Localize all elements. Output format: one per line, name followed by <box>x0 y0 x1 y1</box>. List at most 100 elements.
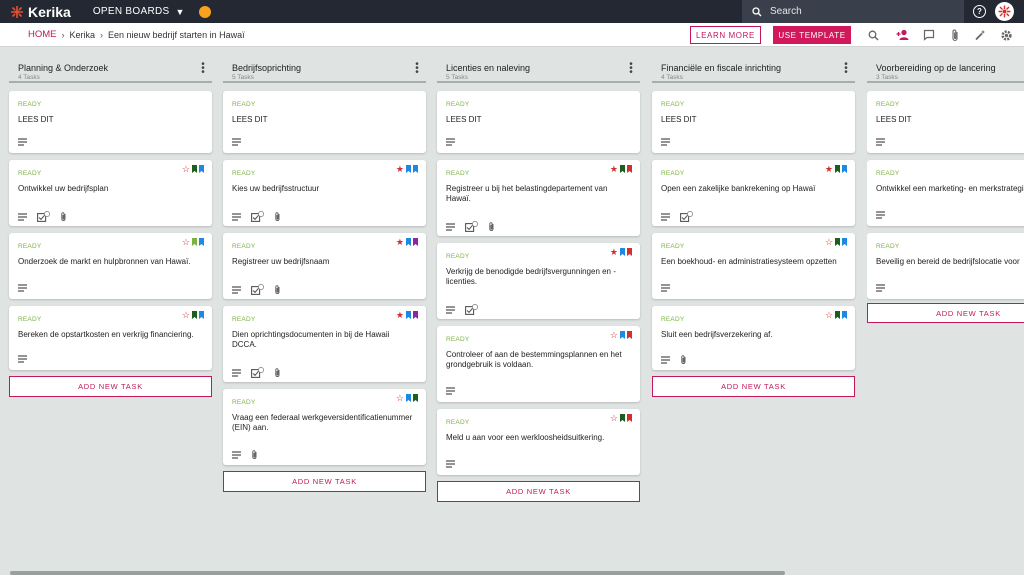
star-outline-icon[interactable]: ☆ <box>825 311 833 320</box>
column-header[interactable]: Financiële en fiscale inrichting 4 Tasks •… <box>652 55 855 83</box>
task-card[interactable]: READY LEES DIT <box>652 91 855 153</box>
board-search-icon[interactable] <box>866 28 880 42</box>
help-icon[interactable]: ? <box>973 5 986 18</box>
task-card[interactable]: READY LEES DIT <box>9 91 212 153</box>
card-status: READY <box>661 101 685 108</box>
chat-icon[interactable] <box>922 28 936 42</box>
more-vertical-icon[interactable]: • • • <box>628 60 634 78</box>
add-new-task-button[interactable]: ADD NEW TASK <box>867 303 1024 323</box>
star-icon[interactable]: ★ <box>396 165 404 174</box>
star-icon[interactable]: ★ <box>396 238 404 247</box>
tag-flag-icon <box>413 394 418 402</box>
star-outline-icon[interactable]: ☆ <box>182 311 190 320</box>
breadcrumb-home[interactable]: HOME <box>28 29 57 40</box>
use-template-button[interactable]: USE TEMPLATE <box>773 26 851 44</box>
tag-flag-icon <box>192 238 197 246</box>
task-card[interactable]: READY LEES DIT <box>223 91 426 153</box>
task-card[interactable]: READY Kies uw bedrijfsstructuur ★ <box>223 160 426 226</box>
column-header[interactable]: Voorbereiding op de lancering 3 Tasks <box>867 55 1024 83</box>
column: Financiële en fiscale inrichting 4 Tasks •… <box>652 55 855 397</box>
settings-gear-icon[interactable] <box>999 28 1013 42</box>
card-title: LEES DIT <box>876 115 912 124</box>
task-card[interactable]: READY Onderzoek de markt en hulpbronnen v… <box>9 233 212 299</box>
description-icon <box>232 138 241 146</box>
add-new-task-button[interactable]: ADD NEW TASK <box>652 376 855 397</box>
task-card[interactable]: READY Ontwikkel uw bedrijfsplan ☆ <box>9 160 212 226</box>
add-new-task-button[interactable]: ADD NEW TASK <box>223 471 426 492</box>
column-header[interactable]: Bedrijfsoprichting 5 Tasks • • • <box>223 55 426 83</box>
card-icons <box>232 450 258 460</box>
star-outline-icon[interactable]: ☆ <box>825 238 833 247</box>
open-boards-menu[interactable]: OPEN BOARDS ▼ <box>93 6 185 17</box>
add-new-task-button[interactable]: ADD NEW TASK <box>9 376 212 397</box>
star-icon[interactable]: ★ <box>610 248 618 257</box>
card-flags: ☆ <box>610 331 632 340</box>
card-title: Kies uw bedrijfsstructuur <box>232 184 320 193</box>
task-card[interactable]: READY Vraag een federaal werkgeversidenti… <box>223 389 426 465</box>
task-card[interactable]: READY Registreer u bij het belastingdepar… <box>437 160 640 236</box>
column-task-count: 4 Tasks <box>18 74 40 81</box>
task-card[interactable]: READY Registreer uw bedrijfsnaam ★ <box>223 233 426 299</box>
more-vertical-icon[interactable]: • • • <box>414 60 420 78</box>
more-vertical-icon[interactable]: • • • <box>843 60 849 78</box>
task-card[interactable]: READY Meld u aan voor een werkloosheidsui… <box>437 409 640 475</box>
star-outline-icon[interactable]: ☆ <box>610 331 618 340</box>
task-card[interactable]: READY Ontwikkel een marketing- en merkstr… <box>867 160 1024 226</box>
search-box[interactable]: Search <box>742 0 964 23</box>
column-task-count: 5 Tasks <box>446 74 468 81</box>
star-outline-icon[interactable]: ☆ <box>610 414 618 423</box>
star-icon[interactable]: ★ <box>396 311 404 320</box>
task-card[interactable]: READY Een boekhoud- en administratiesyste… <box>652 233 855 299</box>
star-outline-icon[interactable]: ☆ <box>182 165 190 174</box>
task-card[interactable]: READY Bereken de opstartkosten en verkrij… <box>9 306 212 370</box>
task-card[interactable]: READY Open een zakelijke bankrekening op … <box>652 160 855 226</box>
column-task-count: 3 Tasks <box>876 74 898 81</box>
sun-icon[interactable] <box>198 5 211 18</box>
learn-more-button[interactable]: LEARN MORE <box>690 26 761 44</box>
task-card[interactable]: READY Beveilig en bereid de bedrijfslocat… <box>867 233 1024 299</box>
add-person-icon[interactable] <box>896 28 910 42</box>
card-status: READY <box>232 399 256 406</box>
description-icon <box>232 368 241 377</box>
attachment-icon <box>60 211 67 222</box>
checklist-icon <box>465 304 478 315</box>
task-card[interactable]: READY LEES DIT <box>867 91 1024 153</box>
card-icons <box>446 138 455 146</box>
star-outline-icon[interactable]: ☆ <box>182 238 190 247</box>
card-icons <box>661 138 670 146</box>
more-vertical-icon[interactable]: • • • <box>200 60 206 78</box>
checklist-icon <box>251 284 264 295</box>
card-title: Registreer u bij het belastingdepartemen… <box>446 184 608 203</box>
description-icon <box>18 212 27 221</box>
column-header[interactable]: Planning & Onderzoek 4 Tasks • • • <box>9 55 212 83</box>
star-icon[interactable]: ★ <box>610 165 618 174</box>
breadcrumb-kerika[interactable]: Kerika <box>70 30 96 40</box>
star-icon[interactable]: ★ <box>825 165 833 174</box>
tag-flag-icon <box>620 331 625 339</box>
task-card[interactable]: READY LEES DIT <box>437 91 640 153</box>
card-status: READY <box>661 316 685 323</box>
task-card[interactable]: READY Controleer of aan de bestemmingspla… <box>437 326 640 402</box>
card-flags: ☆ <box>825 238 847 247</box>
column-header[interactable]: Licenties en naleving 5 Tasks • • • <box>437 55 640 83</box>
star-outline-icon[interactable]: ☆ <box>396 394 404 403</box>
tag-flag-icon <box>842 165 847 173</box>
card-flags: ★ <box>396 311 418 320</box>
description-icon <box>661 138 670 146</box>
horizontal-scrollbar[interactable] <box>10 571 785 575</box>
kerika-logo[interactable]: Kerika <box>10 4 71 20</box>
task-card[interactable]: READY Dien oprichtingsdocumenten in bij d… <box>223 306 426 382</box>
magic-wand-icon[interactable] <box>973 28 987 42</box>
card-icons <box>446 460 455 468</box>
card-icons <box>661 355 687 365</box>
description-icon <box>876 138 885 146</box>
attachment-icon[interactable] <box>948 28 962 42</box>
avatar[interactable] <box>995 2 1014 21</box>
add-new-task-button[interactable]: ADD NEW TASK <box>437 481 640 502</box>
tag-flag-icon <box>406 165 411 173</box>
task-card[interactable]: READY Sluit een bedrijfsverzekering af. ☆ <box>652 306 855 370</box>
attachment-icon <box>274 211 281 222</box>
task-card[interactable]: READY Verkrijg de benodigde bedrijfsvergu… <box>437 243 640 319</box>
card-status: READY <box>446 419 470 426</box>
card-icons <box>661 284 670 292</box>
